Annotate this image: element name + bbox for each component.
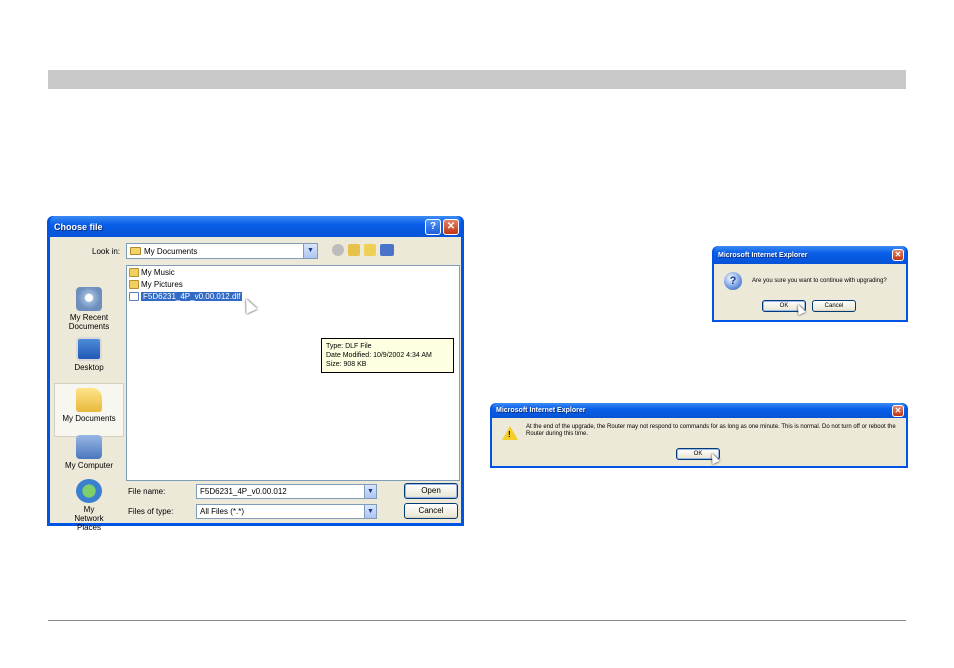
up-folder-icon[interactable] [348,244,360,256]
place-label: My Computer [64,461,113,470]
notice-message: At the end of the upgrade, the Router ma… [526,424,896,437]
folder-icon [129,268,139,277]
dialog-title-bar[interactable]: Choose file ? ✕ [50,216,461,237]
open-button[interactable]: Open [404,483,458,499]
my-documents-icon [76,388,102,412]
page-header-bar [48,70,906,89]
dialog-body: ? Are you sure you want to continue with… [714,264,906,320]
files-of-type-dropdown[interactable]: All Files (*.*) ▼ [196,504,377,519]
dialog-title-bar[interactable]: Microsoft Internet Explorer ✕ [714,246,906,264]
tooltip-modified: Date Modified: 10/9/2002 4:34 AM [326,352,432,359]
view-menu-icon[interactable] [380,244,394,256]
chevron-down-icon[interactable]: ▼ [303,244,317,258]
list-item-selected[interactable]: F5D6231_4P_v0.00.012.dlf [129,291,243,302]
file-name-input[interactable]: F5D6231_4P_v0.00.012 ▼ [196,484,377,499]
place-network-places[interactable]: My Network Places [54,479,124,532]
desktop-icon [76,337,102,361]
list-item[interactable]: My Music [129,267,175,278]
confirm-message: Are you sure you want to continue with u… [752,278,887,284]
place-my-documents[interactable]: My Documents [54,383,124,437]
place-label: My Recent Documents [68,313,110,331]
file-name: My Pictures [141,280,183,289]
warning-mark-icon: ! [508,430,511,439]
choose-file-dialog: Choose file ? ✕ Look in: My Documents ▼ … [47,216,464,532]
place-recent-documents[interactable]: My Recent Documents [54,287,124,331]
new-folder-icon[interactable] [364,244,376,256]
look-in-label: Look in: [92,247,121,256]
file-name: F5D6231_4P_v0.00.012.dlf [141,292,243,301]
tooltip-type: Type: DLF File [326,343,372,350]
chevron-down-icon[interactable]: ▼ [364,485,376,498]
dialog-title: Choose file [54,221,103,232]
footer-rule [48,620,906,621]
file-name-label: File name: [128,487,166,496]
look-in-dropdown[interactable]: My Documents ▼ [126,243,318,259]
cancel-button[interactable]: Cancel [812,300,856,312]
place-label: My Network Places [74,505,104,532]
file-list[interactable]: My Music My Pictures F5D6231_4P_v0.00.01… [126,265,460,481]
place-label: Desktop [74,363,104,372]
upgrade-notice-dialog: Microsoft Internet Explorer ✕ ! At the e… [490,403,908,468]
files-of-type-value: All Files (*.*) [200,507,245,516]
folder-icon [129,280,139,289]
place-desktop[interactable]: Desktop [54,337,124,372]
recent-documents-icon [76,287,102,311]
list-item[interactable]: My Pictures [129,279,183,290]
file-name-value: F5D6231_4P_v0.00.012 [200,487,287,496]
help-button[interactable]: ? [425,218,441,235]
question-icon: ? [724,272,742,290]
close-button[interactable]: ✕ [892,249,904,261]
chevron-down-icon[interactable]: ▼ [364,505,376,518]
files-of-type-label: Files of type: [128,507,174,516]
folder-icon [130,247,141,255]
file-tooltip: Type: DLF File Date Modified: 10/9/2002 … [321,338,454,373]
places-bar: My Recent Documents Desktop My Documents… [54,265,124,532]
my-computer-icon [76,435,102,459]
confirm-upgrade-dialog: Microsoft Internet Explorer ✕ ? Are you … [712,246,908,322]
close-button[interactable]: ✕ [443,218,459,235]
tooltip-size: Size: 908 KB [326,361,367,368]
file-icon [129,292,139,301]
close-button[interactable]: ✕ [892,404,904,417]
back-icon[interactable] [332,244,344,256]
dialog-title: Microsoft Internet Explorer [718,251,808,259]
cancel-button[interactable]: Cancel [404,503,458,519]
dialog-body: Look in: My Documents ▼ My Recent Docume… [50,237,461,532]
dialog-title: Microsoft Internet Explorer [496,407,586,414]
look-in-value: My Documents [144,246,198,256]
mouse-cursor-icon [240,296,258,314]
network-places-icon [76,479,102,503]
place-my-computer[interactable]: My Computer [54,435,124,470]
place-label: My Documents [62,414,116,423]
dialog-body: ! At the end of the upgrade, the Router … [492,418,906,466]
file-name: My Music [141,268,175,277]
dialog-title-bar[interactable]: Microsoft Internet Explorer ✕ [492,403,906,418]
